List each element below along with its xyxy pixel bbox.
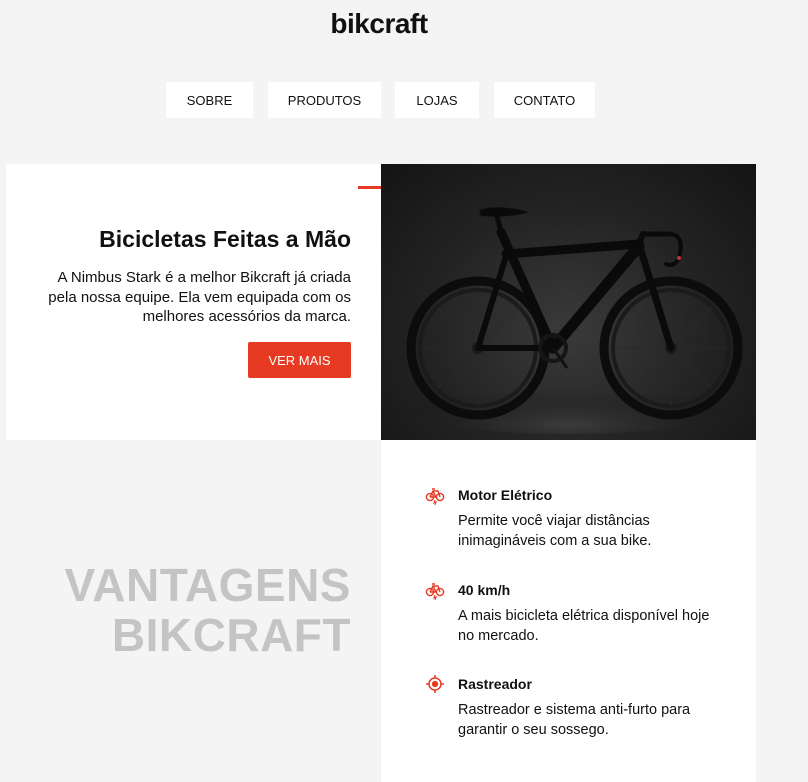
feature-title: 40 km/h <box>458 582 511 598</box>
nav-lojas[interactable]: LOJAS <box>395 82 479 118</box>
features-panel: Motor Elétrico Permite você viajar distâ… <box>381 440 756 782</box>
feature-description: Rastreador e sistema anti-furto para gar… <box>458 702 691 738</box>
feature-title: Motor Elétrico <box>458 487 553 503</box>
hero-title: Bicicletas Feitas a Mão <box>99 226 351 252</box>
hero-description: A Nimbus Stark é a melhor Bikcraft já cr… <box>48 269 351 325</box>
feature-description: A mais bicicleta elétrica disponível hoj… <box>458 608 710 644</box>
nav-contato[interactable]: CONTATO <box>494 82 595 118</box>
hero-text-panel: Bicicletas Feitas a Mão A Nimbus Stark é… <box>6 164 381 440</box>
nav-sobre[interactable]: SOBRE <box>166 82 253 118</box>
bike-illustration <box>398 207 743 434</box>
ver-mais-button[interactable]: VER MAIS <box>248 342 351 378</box>
vantagens-heading-line1: VANTAGENS <box>64 559 351 611</box>
logo[interactable]: bikcraft <box>0 8 758 40</box>
feature-description: Permite você viajar distâncias inimaginá… <box>458 513 652 549</box>
main-nav: SOBRE PRODUTOS LOJAS CONTATO <box>0 82 760 118</box>
hero-bike-image <box>381 164 756 440</box>
tracker-icon <box>425 674 445 694</box>
electric-bike-icon <box>425 580 445 601</box>
nav-produtos[interactable]: PRODUTOS <box>268 82 381 118</box>
electric-bike-icon <box>425 485 445 506</box>
feature-title: Rastreador <box>458 676 532 692</box>
vantagens-heading: VANTAGENS BIKCRAFT <box>6 560 351 660</box>
vantagens-heading-line2: BIKCRAFT <box>111 609 351 661</box>
